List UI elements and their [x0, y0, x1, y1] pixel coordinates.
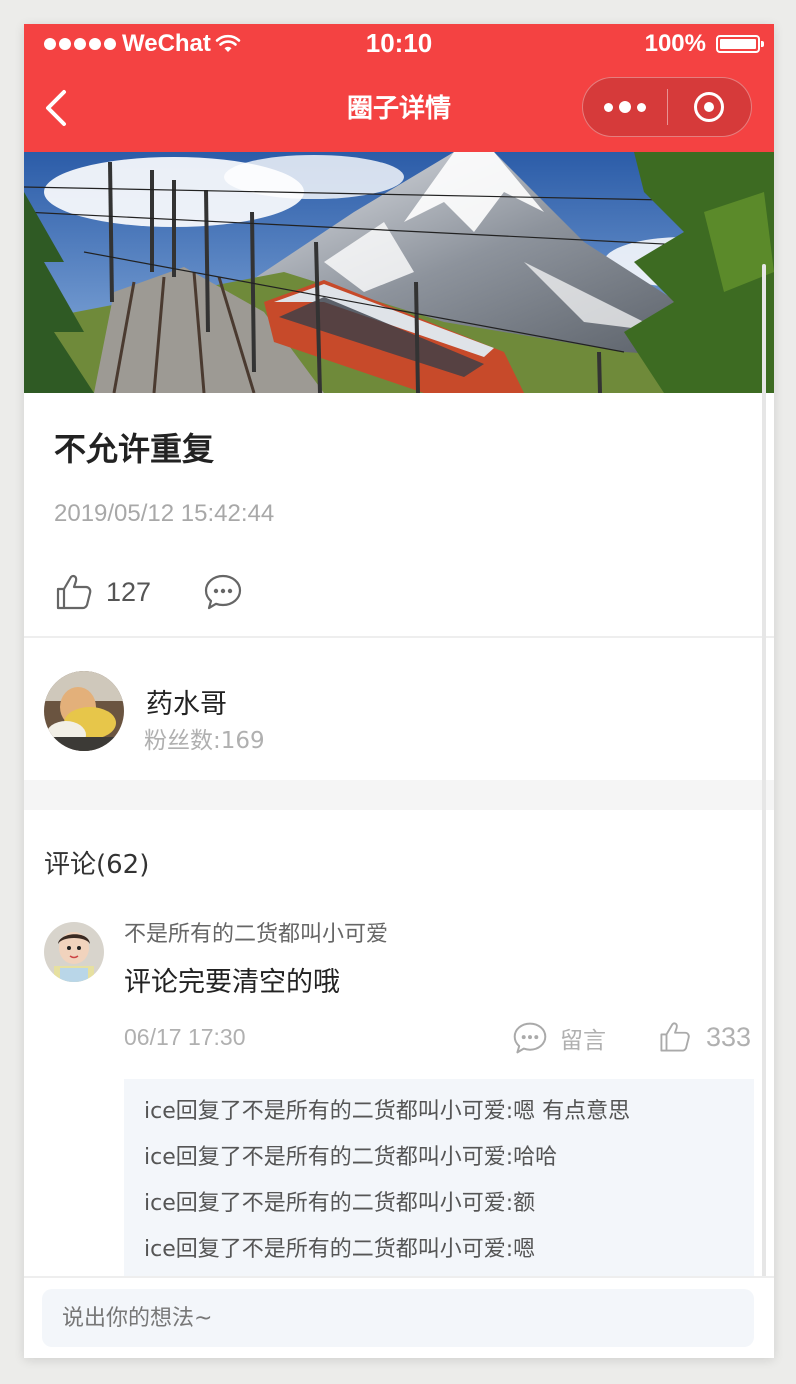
status-right: 100%	[644, 30, 764, 58]
reply-item[interactable]: ice回复了不是所有的二货都叫小可爱:嗯 有点意思	[144, 1095, 734, 1141]
comment-like-count: 333	[706, 1021, 752, 1052]
avatar[interactable]	[44, 671, 124, 751]
comment-reply-button[interactable]: 留言	[512, 1020, 606, 1056]
scrollbar[interactable]	[762, 264, 766, 1319]
comment-reply-label: 留言	[560, 1028, 606, 1054]
chat-bubble-icon	[204, 574, 242, 610]
mini-program-capsule	[582, 77, 752, 137]
nav-bar: 圈子详情	[24, 64, 774, 152]
post-title: 不允许重复	[54, 430, 215, 468]
reply-item[interactable]: ice回复了不是所有的二货都叫小可爱:额	[144, 1187, 734, 1233]
close-button[interactable]	[668, 78, 751, 136]
post-like-button[interactable]: 127	[54, 572, 151, 612]
comment-time: 06/17 17:30	[124, 1024, 246, 1050]
avatar[interactable]	[44, 922, 104, 982]
chat-bubble-icon	[513, 1022, 547, 1054]
author-fans: 粉丝数:169	[144, 728, 265, 754]
mountain-train-photo	[24, 152, 774, 393]
post-like-count: 127	[106, 576, 152, 607]
reply-list: ice回复了不是所有的二货都叫小可爱:嗯 有点意思 ice回复了不是所有的二货都…	[124, 1079, 754, 1299]
comments-header: 评论(62)	[44, 850, 150, 880]
phone-screen: WeChat 10:10 100% 圈子详情 不允许重复 2019/05/12 …	[24, 24, 774, 1358]
post-time: 2019/05/12 15:42:44	[54, 500, 275, 527]
target-circle-icon	[694, 92, 725, 122]
more-dots-icon	[604, 102, 613, 112]
comment-like-button[interactable]: 333	[658, 1020, 751, 1054]
section-gap	[24, 780, 774, 810]
reply-item[interactable]: ice回复了不是所有的二货都叫小可爱:哈哈	[144, 1141, 734, 1187]
author-avatar-image	[44, 671, 124, 751]
status-bar: WeChat 10:10 100%	[24, 24, 774, 64]
battery-percent: 100%	[644, 30, 706, 57]
thumbs-up-icon	[56, 574, 92, 610]
battery-icon	[716, 35, 764, 53]
author-card[interactable]: 药水哥 粉丝数:169	[24, 638, 774, 780]
thumbs-up-icon	[660, 1022, 690, 1052]
post-comment-button[interactable]	[203, 572, 243, 612]
more-button[interactable]	[583, 78, 667, 136]
battery-fill	[720, 39, 756, 49]
commenter-avatar-image	[44, 922, 104, 982]
comment-input-bar	[24, 1276, 774, 1358]
post-actions: 127	[54, 572, 243, 612]
commenter-name: 不是所有的二货都叫小可爱	[124, 922, 389, 947]
hero-image	[24, 152, 774, 393]
comment-input[interactable]	[42, 1289, 754, 1347]
author-name: 药水哥	[146, 689, 227, 720]
reply-item[interactable]: ice回复了不是所有的二货都叫小可爱:嗯	[144, 1233, 734, 1279]
comment-text: 评论完要清空的哦	[124, 967, 340, 998]
